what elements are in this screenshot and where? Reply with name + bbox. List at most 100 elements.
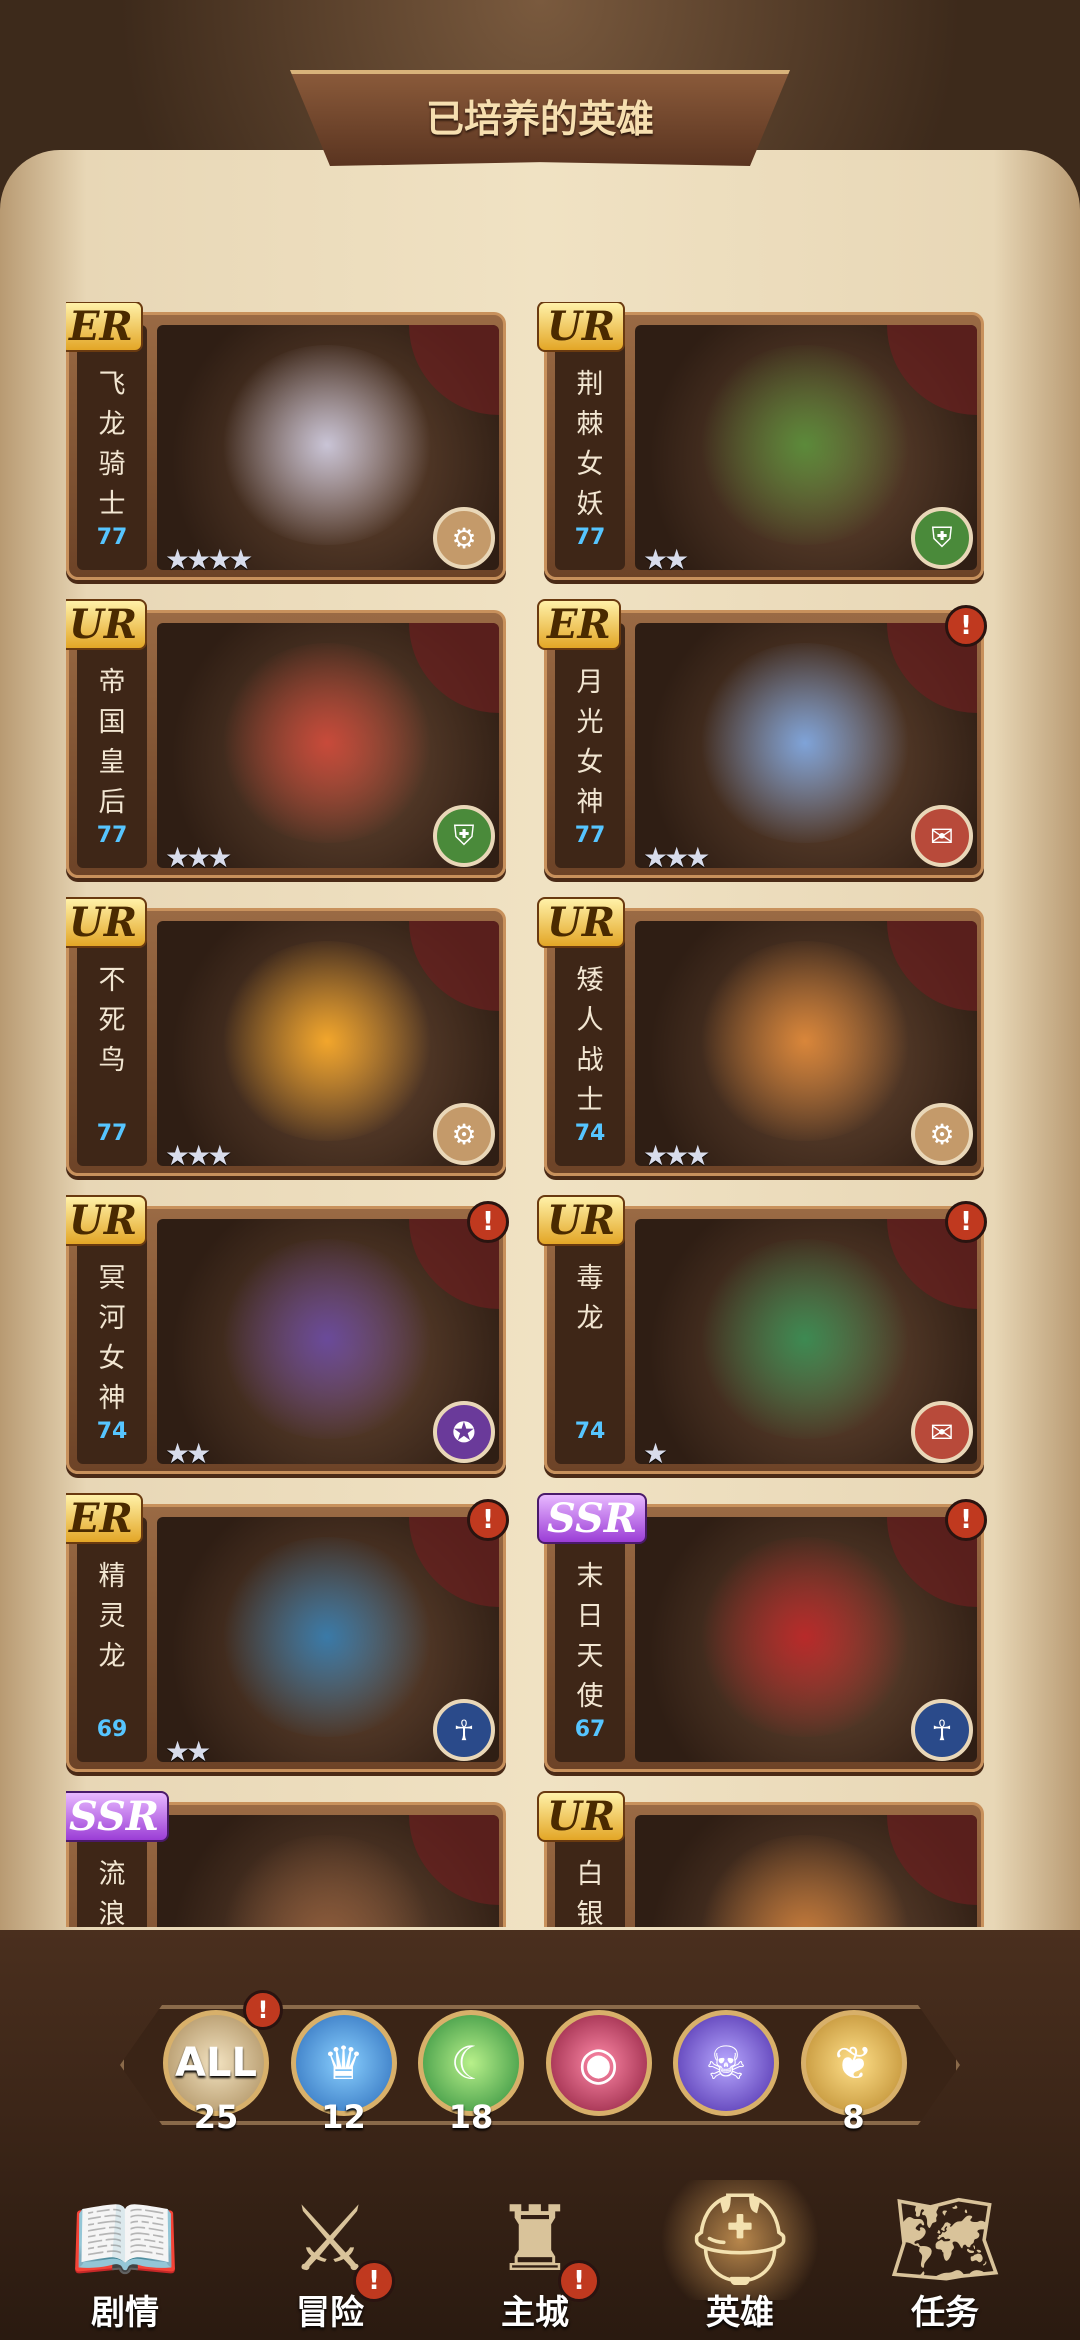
rarity-badge: ER [537,599,621,650]
rarity-badge: UR [66,1195,148,1246]
alert-icon: ! [353,2260,395,2302]
hero-level: 67 [574,1717,606,1742]
rarity-badge: UR [537,1195,626,1246]
hero-name-char: 士 [576,1085,604,1116]
alert-icon: ! [558,2260,600,2302]
cannon-icon: ⚙ [433,1103,495,1165]
hero-figure [217,1537,437,1737]
hero-card[interactable]: 毒龙 74 ★ UR ✉! [537,1195,987,1474]
scroll-icon: ✉ [911,1401,973,1463]
nav-castle[interactable]: ♜ 主城! [440,2180,630,2340]
filter-count: 18 [448,2098,494,2136]
filter-eye-button[interactable]: ◉ [545,2010,652,2116]
hero-card[interactable]: 矮人战士 74 ★★★ UR ⚙ [537,897,984,1176]
hero-name-char: 妖 [576,489,604,520]
nav-book[interactable]: 📖 剧情 [30,2180,220,2340]
hero-name-char: 流 [98,1859,126,1890]
hero-name-char: 死 [98,1005,126,1036]
hero-stars: ★★★ [165,1139,232,1172]
eye-icon: ◉ [578,2036,619,2090]
hero-stars: ★★★ [165,841,232,874]
scroll-icon: ✉ [911,805,973,867]
hero-name-char: 龙 [98,409,126,440]
hero-figure [695,345,915,545]
hero-level: 77 [574,525,606,550]
hero-card[interactable]: 末日天使 67 SSR ☥! [537,1493,987,1772]
hero-name: 帝国皇后 [77,663,147,823]
hero-card[interactable]: 不死鸟 77 ★★★ UR ⚙ [66,897,506,1176]
rarity-badge: ER [66,1493,143,1544]
hero-stars: ★★ [165,1735,211,1768]
all-icon: ALL [175,2040,257,2086]
hero-name-char: 神 [98,1383,126,1414]
hero-name-char: 鸟 [98,1045,126,1076]
hero-card[interactable]: 荆棘女妖 77 ★★ UR ⛨ [537,302,984,580]
hero-name-char: 女 [98,1343,126,1374]
hero-stars: ★★ [165,1437,211,1470]
hero-level: 77 [96,525,128,550]
hero-name: 冥河女神 [77,1259,147,1419]
castle-icon: ♜ [494,2187,576,2292]
hero-name-char: 战 [576,1045,604,1076]
hero-figure [217,643,437,843]
hero-level: 74 [96,1419,128,1444]
mage-icon: ✪ [433,1401,495,1463]
nav-label: 剧情 [91,2293,159,2333]
hero-figure [217,1835,437,1927]
alert-icon: ! [467,1499,509,1541]
filter-ghost-button[interactable]: ☠ [673,2010,779,2116]
hero-name-char: 后 [98,787,126,818]
hero-card[interactable]: 帝国皇后 77 ★★★ UR ⛨ [66,599,506,878]
hero-name-char: 灵 [98,1601,126,1632]
hero-stars: ★★★★ [165,543,253,576]
nav-swords[interactable]: ⚔ 冒险! [235,2180,425,2340]
nav-label: 主城 [501,2293,569,2333]
hero-level: 77 [96,823,128,848]
rarity-badge: SSR [66,1791,170,1842]
hero-name: 精灵龙 [77,1557,147,1677]
filter-count: 12 [321,2098,366,2136]
hero-name-char: 日 [576,1601,604,1632]
hero-stars: ★★★ [643,1139,710,1172]
hero-name-char: 毒 [576,1263,604,1294]
swords-icon: ⚔ [289,2187,371,2292]
book-icon: 📖 [68,2187,182,2292]
alert-icon: ! [945,1201,987,1243]
hero-card[interactable]: 流浪 SSR [66,1791,506,1927]
hero-name-char: 人 [576,1005,604,1036]
filter-count: 8 [842,2098,865,2136]
hero-name-char: 棘 [576,409,604,440]
hero-card[interactable]: 白银 UR [537,1791,984,1927]
hero-figure [695,1835,915,1927]
nav-label: 冒险 [296,2293,364,2333]
hero-level: 69 [96,1717,128,1742]
hero-name-char: 不 [98,965,126,996]
nav-map[interactable]: 🗺 任务 [850,2180,1040,2340]
hero-name-char: 士 [98,489,126,520]
hero-card[interactable]: 精灵龙 69 ★★ ER ☥! [66,1493,509,1772]
hero-figure [217,345,437,545]
hero-card[interactable]: 冥河女神 74 ★★ UR ✪! [66,1195,509,1474]
nav-label: 英雄 [706,2293,774,2333]
priest-icon: ☥ [911,1699,973,1761]
hero-name-char: 龙 [576,1303,604,1334]
wings-icon: ❦ [834,2036,873,2090]
filter-count: 25 [193,2098,239,2136]
page-title: 已培养的英雄 [425,97,654,141]
hero-figure [217,1239,437,1439]
hero-name-char: 荆 [576,369,604,400]
hero-name-char: 末 [576,1561,604,1592]
nav-helmet[interactable]: ⛑ 英雄 [645,2180,835,2340]
hero-name: 矮人战士 [555,961,625,1121]
rarity-badge: UR [537,897,626,948]
hero-name-char: 皇 [98,747,126,778]
hero-stars: ★★★ [643,841,710,874]
cannon-icon: ⚙ [911,1103,973,1165]
ghost-icon: ☠ [705,2036,747,2090]
hero-card[interactable]: 飞龙骑士 77 ★★★★ ER ⚙ [66,302,506,580]
hero-figure [695,1537,915,1737]
hero-stars: ★ [643,1437,668,1470]
hero-card[interactable]: 月光女神 77 ★★★ ER ✉! [537,599,987,878]
hero-name-char: 飞 [98,369,126,400]
hero-figure [695,1239,915,1439]
